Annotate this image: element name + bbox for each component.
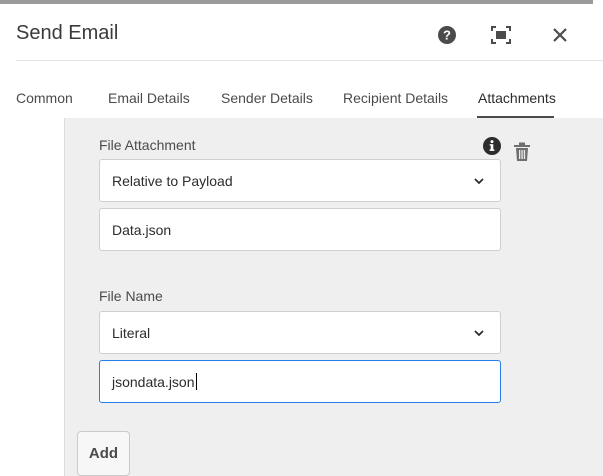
- tab-email-details[interactable]: Email Details: [108, 90, 190, 106]
- file-attachment-label: File Attachment: [99, 137, 196, 153]
- chevron-down-icon: [472, 174, 486, 188]
- attachments-panel: File Attachment Relative to Payload Data…: [64, 118, 603, 476]
- file-attachment-path-value: Data.json: [112, 221, 172, 238]
- file-attachment-select-value: Relative to Payload: [112, 172, 233, 189]
- chevron-down-icon: [472, 326, 486, 340]
- tab-common[interactable]: Common: [16, 90, 73, 106]
- add-button[interactable]: Add: [77, 431, 130, 476]
- trash-icon[interactable]: [513, 142, 531, 162]
- tab-recipient-details[interactable]: Recipient Details: [343, 90, 448, 106]
- fullscreen-icon[interactable]: [491, 25, 511, 45]
- file-attachment-path-input[interactable]: Data.json: [99, 208, 501, 251]
- dialog-header: Send Email ?: [0, 4, 603, 62]
- dialog-title: Send Email: [16, 22, 119, 44]
- tab-sender-details[interactable]: Sender Details: [221, 90, 313, 106]
- file-name-select-value: Literal: [112, 324, 151, 341]
- svg-text:?: ?: [443, 28, 451, 43]
- text-caret: [195, 373, 197, 390]
- tab-attachments[interactable]: Attachments: [478, 90, 556, 106]
- file-attachment-select[interactable]: Relative to Payload: [99, 159, 501, 202]
- help-icon[interactable]: ?: [437, 25, 457, 45]
- file-name-input-value: jsondata.json: [112, 373, 195, 390]
- file-name-input[interactable]: jsondata.json: [99, 360, 501, 403]
- info-icon[interactable]: [482, 136, 502, 156]
- header-divider: [16, 60, 603, 61]
- tab-bar: Common Email Details Sender Details Reci…: [0, 80, 603, 118]
- file-name-select[interactable]: Literal: [99, 311, 501, 354]
- close-icon[interactable]: [550, 25, 570, 45]
- file-name-label: File Name: [99, 288, 163, 304]
